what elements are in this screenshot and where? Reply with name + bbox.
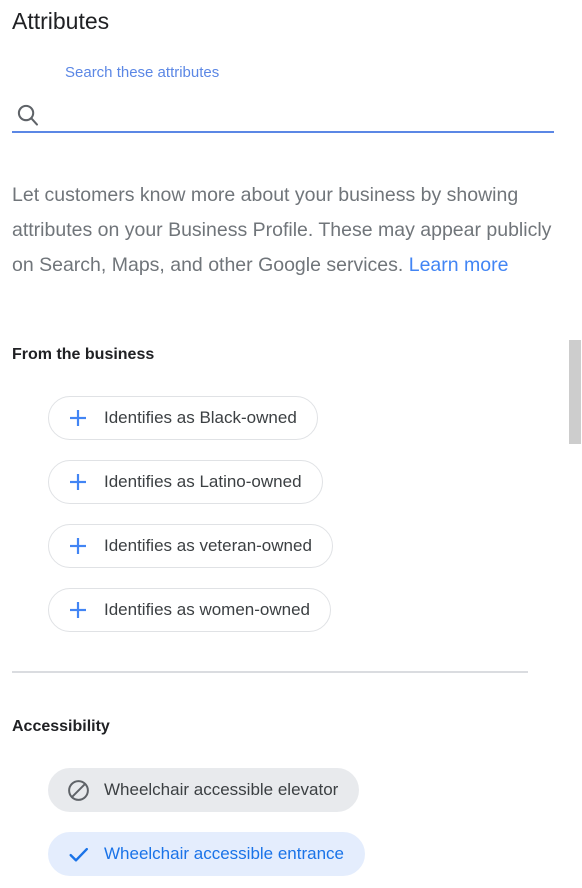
search-underline (12, 131, 554, 133)
attribute-chip-label: Identifies as Latino-owned (104, 472, 302, 491)
attribute-chip-wheelchair-accessible-entrance[interactable]: Wheelchair accessible entrance (48, 832, 366, 876)
chip-group-from-the-business: Identifies as Black-owned Identifies as … (48, 396, 333, 652)
section-heading-accessibility: Accessibility (12, 718, 110, 735)
plus-icon (65, 533, 91, 559)
section-heading-from-the-business: From the business (12, 346, 155, 363)
check-icon (65, 841, 91, 867)
page-title: Attributes (12, 8, 110, 34)
attribute-chip-label: Identifies as veteran-owned (104, 536, 312, 555)
scrollbar-track[interactable] (568, 0, 582, 888)
attribute-chip-label: Identifies as Black-owned (104, 408, 297, 427)
section-divider (12, 671, 528, 673)
search-field[interactable]: Search these attributes (0, 58, 582, 138)
plus-icon (65, 597, 91, 623)
attribute-chip-label: Wheelchair accessible elevator (104, 780, 339, 799)
prohibited-icon (65, 777, 91, 803)
chip-group-accessibility: Wheelchair accessible elevator Wheelchai… (48, 768, 366, 888)
attribute-chip-veteran-owned[interactable]: Identifies as veteran-owned (48, 524, 333, 568)
scrollbar-thumb[interactable] (569, 340, 581, 444)
description-text: Let customers know more about your busin… (12, 178, 560, 283)
plus-icon (65, 405, 91, 431)
attributes-panel: Attributes Search these attributes Let c… (0, 0, 582, 888)
search-floating-label: Search these attributes (65, 64, 220, 81)
attribute-chip-latino-owned[interactable]: Identifies as Latino-owned (48, 460, 323, 504)
search-icon (15, 102, 41, 128)
learn-more-link[interactable]: Learn more (409, 254, 509, 276)
search-input[interactable] (52, 102, 546, 128)
attribute-chip-women-owned[interactable]: Identifies as women-owned (48, 588, 332, 632)
attribute-chip-wheelchair-accessible-elevator[interactable]: Wheelchair accessible elevator (48, 768, 360, 812)
plus-icon (65, 469, 91, 495)
attribute-chip-label: Wheelchair accessible entrance (104, 844, 345, 863)
attribute-chip-label: Identifies as women-owned (104, 600, 311, 619)
attribute-chip-black-owned[interactable]: Identifies as Black-owned (48, 396, 318, 440)
